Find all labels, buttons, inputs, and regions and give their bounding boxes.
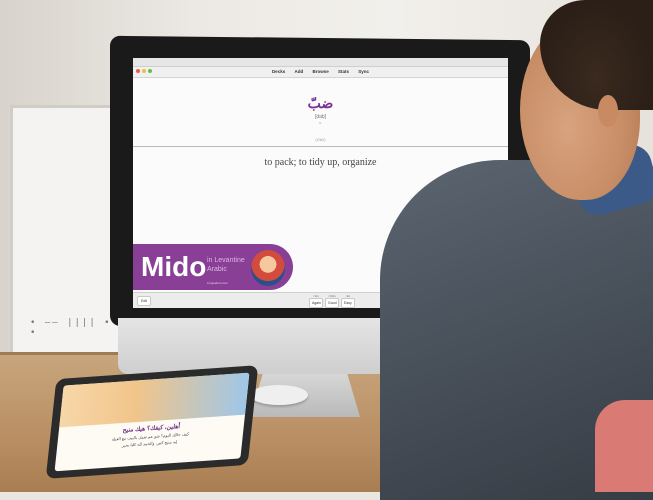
banner-subtitle: in Levantine Arabic bbox=[207, 256, 245, 274]
toolbar-add[interactable]: Add bbox=[294, 69, 303, 74]
person-ear bbox=[598, 95, 618, 127]
chair bbox=[595, 400, 653, 492]
toolbar-stats[interactable]: Stats bbox=[338, 69, 349, 74]
toolbar-sync[interactable]: Sync bbox=[358, 69, 369, 74]
traffic-lights[interactable] bbox=[136, 60, 154, 78]
tablet: أهلين، كيفك؟ هيك منيح كيف حالك اليوم؟ شو… bbox=[45, 365, 259, 479]
wall-shelf: • —— |||| • • bbox=[30, 318, 112, 338]
toolbar-browse[interactable]: Browse bbox=[312, 69, 328, 74]
again-button[interactable]: Again bbox=[309, 298, 323, 308]
app-toolbar: Decks Add Browse Stats Sync bbox=[133, 67, 508, 78]
toolbar-decks[interactable]: Decks bbox=[272, 69, 285, 74]
close-icon[interactable] bbox=[136, 69, 140, 73]
banner-subtitle-line1: in Levantine bbox=[207, 257, 245, 264]
card-front: ضبّ [ḍaḅ] v. (Gb2) bbox=[133, 96, 508, 142]
brand-logo: Mido bbox=[141, 251, 207, 282]
card-meaning: to pack; to tidy up, organize bbox=[264, 157, 377, 168]
window-titlebar bbox=[133, 58, 508, 73]
mascot-boy-icon bbox=[251, 250, 285, 286]
apple-logo-icon bbox=[326, 333, 348, 355]
magic-mouse bbox=[250, 385, 308, 405]
easy-button[interactable]: Easy bbox=[341, 298, 355, 308]
banner-subtitle-line2: Arabic bbox=[207, 266, 227, 273]
minimize-icon[interactable] bbox=[142, 69, 146, 73]
part-of-speech: v. bbox=[319, 120, 322, 125]
tablet-screen: أهلين، كيفك؟ هيك منيح كيف حالك اليوم؟ شو… bbox=[54, 372, 250, 472]
answer-divider bbox=[133, 146, 508, 147]
arabic-word: ضبّ bbox=[307, 96, 334, 112]
good-button[interactable]: Good bbox=[325, 298, 339, 308]
mido-banner: Mido in Levantine Arabic Lingualism.com bbox=[133, 244, 293, 290]
card-tag: (Gb2) bbox=[315, 137, 326, 142]
banner-url: Lingualism.com bbox=[207, 281, 228, 285]
edit-button[interactable]: Edit bbox=[137, 296, 152, 306]
zoom-icon[interactable] bbox=[148, 69, 152, 73]
